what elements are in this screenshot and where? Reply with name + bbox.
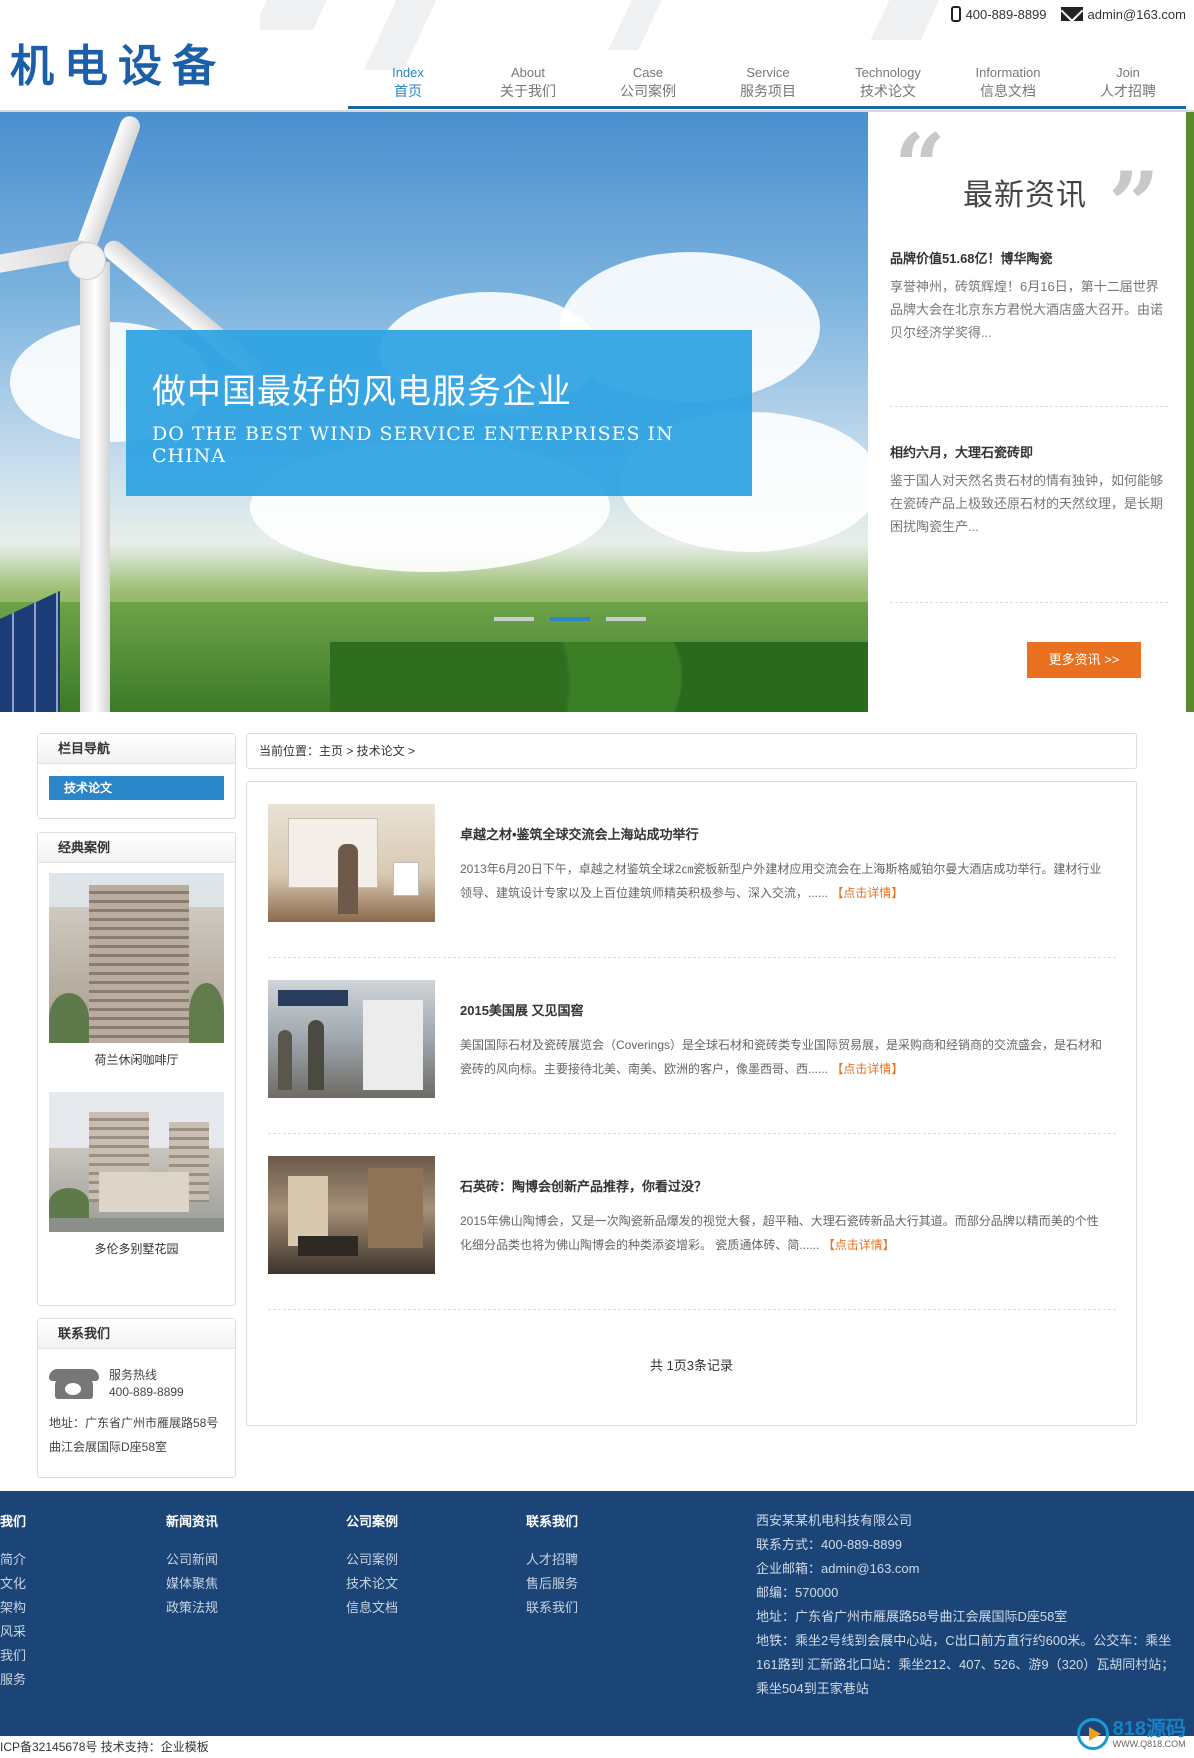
- footer-column-news: 新闻资讯 公司新闻 媒体聚焦 政策法规: [166, 1511, 218, 1620]
- main-nav: Index 首页 About 关于我们 Case 公司案例 Service 服务项目 T…: [348, 64, 1188, 100]
- footer-column-about: 关于我们 公司简介 企业文化 组织架构 企业风采 联系我们 售后服务: [0, 1511, 26, 1692]
- telephone-icon: [49, 1367, 99, 1401]
- slide-dot-1[interactable]: [494, 617, 534, 621]
- phone-icon: [950, 6, 961, 22]
- news-item[interactable]: 相约六月，大理石瓷砖即 鉴于国人对天然名贵石材的情有独钟，如何能够在瓷砖产品上极…: [890, 442, 1168, 538]
- footer-link[interactable]: 人才招聘: [526, 1548, 578, 1572]
- footer-company-info: 西安某某机电科技有限公司 联系方式：400-889-8899 企业邮箱：admi…: [756, 1509, 1176, 1701]
- read-more-link[interactable]: 【点击详情】: [831, 1062, 903, 1076]
- wind-turbine-hub: [68, 242, 106, 280]
- hotline-number: 400-889-8899: [109, 1385, 184, 1399]
- list-item: 2015美国展 又见国窖 美国国际石材及瓷砖展览会（Coverings）是全球石…: [268, 958, 1116, 1134]
- nav-item-service[interactable]: Service 服务项目: [708, 64, 828, 100]
- banner-slogan: 做中国最好的风电服务企业 DO THE BEST WIND SERVICE EN…: [126, 330, 752, 496]
- footer-link[interactable]: 信息文档: [346, 1596, 398, 1620]
- footer-contact: 联系方式：400-889-8899: [756, 1537, 902, 1552]
- footer-link[interactable]: 企业风采: [0, 1620, 26, 1644]
- list-item: 卓越之材•鉴筑全球交流会上海站成功举行 2013年6月20日下午，卓越之材鉴筑全…: [268, 782, 1116, 958]
- nav-item-technology[interactable]: Technology 技术论文: [828, 64, 948, 100]
- case-caption[interactable]: 多伦多别墅花园: [38, 1240, 235, 1257]
- article-list: 卓越之材•鉴筑全球交流会上海站成功举行 2013年6月20日下午，卓越之材鉴筑全…: [246, 781, 1137, 1426]
- news-item[interactable]: 品牌价值51.68亿！博华陶瓷 享誉神州，砖筑辉煌！6月16日，第十二届世界品牌…: [890, 248, 1168, 344]
- slogan-en: DO THE BEST WIND SERVICE ENTERPRISES IN …: [152, 423, 674, 467]
- footer-link[interactable]: 公司案例: [346, 1548, 398, 1572]
- header-email[interactable]: admin@163.com: [1088, 7, 1186, 22]
- footer-link[interactable]: 公司简介: [0, 1548, 26, 1572]
- hero-banner: 做中国最好的风电服务企业 DO THE BEST WIND SERVICE EN…: [0, 112, 868, 712]
- open-quote-icon: “: [894, 114, 946, 220]
- sidebar-address: 地址：广东省广州市雁展路58号曲江会展国际D座58室: [49, 1416, 219, 1454]
- mail-icon: [1060, 7, 1083, 21]
- case-caption[interactable]: 荷兰休闲咖啡厅: [38, 1051, 235, 1068]
- footer-link[interactable]: 联系我们: [0, 1644, 26, 1668]
- read-more-link[interactable]: 【点击详情】: [823, 1238, 895, 1252]
- footer-link[interactable]: 政策法规: [166, 1596, 218, 1620]
- close-quote-icon: ”: [1108, 152, 1160, 258]
- play-icon: [1076, 1718, 1109, 1750]
- column-nav-box: 栏目导航 技术论文: [37, 733, 236, 819]
- cases-title: 经典案例: [38, 833, 235, 863]
- more-news-button[interactable]: 更多资讯 >>: [1027, 642, 1141, 678]
- hotline-label: 服务热线: [109, 1368, 158, 1382]
- cases-box: 经典案例 荷兰休闲咖啡厅 多伦多别墅花园: [37, 832, 236, 1306]
- footer-zip: 邮编：570000: [756, 1585, 839, 1600]
- footer-company: 西安某某机电科技有限公司: [756, 1513, 913, 1528]
- slogan-cn: 做中国最好的风电服务企业: [152, 372, 572, 412]
- latest-news-panel: “ ” 最新资讯 品牌价值51.68亿！博华陶瓷 享誉神州，砖筑辉煌！6月16日…: [868, 112, 1186, 712]
- sidebar-item-technology[interactable]: 技术论文: [49, 776, 224, 800]
- article-thumbnail[interactable]: [268, 1156, 435, 1274]
- footer-link[interactable]: 技术论文: [346, 1572, 398, 1596]
- footer-address: 地址：广东省广州市雁展路58号曲江会展国际D座58室: [756, 1609, 1068, 1624]
- read-more-link[interactable]: 【点击详情】: [831, 886, 903, 900]
- case-image[interactable]: [49, 1092, 224, 1232]
- article-summary: 美国国际石材及瓷砖展览会（Coverings）是全球石材和瓷砖类专业国际贸易展，…: [460, 1038, 1103, 1076]
- article-summary: 2015年佛山陶博会，又是一次陶瓷新品爆发的视觉大餐，超平釉、大理石瓷砖新品大行…: [460, 1214, 1099, 1252]
- article-title[interactable]: 卓越之材•鉴筑全球交流会上海站成功举行: [460, 824, 1110, 843]
- article-thumbnail[interactable]: [268, 804, 435, 922]
- site-header: 机电设备 400-889-8899 admin@163.com Index 首页 …: [0, 0, 1194, 112]
- column-nav-title: 栏目导航: [38, 734, 235, 764]
- slide-indicators: [494, 617, 646, 621]
- footer-link[interactable]: 组织架构: [0, 1596, 26, 1620]
- copyright: ICP备32145678号 技术支持：企业模板: [0, 1736, 1194, 1758]
- slide-dot-3[interactable]: [606, 617, 646, 621]
- site-footer: 关于我们 公司简介 企业文化 组织架构 企业风采 联系我们 售后服务 新闻资讯 …: [0, 1491, 1194, 1736]
- news-panel-title: 最新资讯: [963, 179, 1087, 212]
- footer-email: 企业邮箱：admin@163.com: [756, 1561, 920, 1576]
- nav-item-join[interactable]: Join 人才招聘: [1068, 64, 1188, 100]
- article-summary: 2013年6月20日下午，卓越之材鉴筑全球2㎝瓷板新型户外建材应用交流会在上海斯…: [460, 862, 1102, 900]
- nav-item-index[interactable]: Index 首页: [348, 64, 468, 100]
- footer-link[interactable]: 媒体聚焦: [166, 1572, 218, 1596]
- contact-box: 联系我们 服务热线 400-889-8899 地址：广东省广州市雁展路58号曲江…: [37, 1318, 236, 1478]
- footer-transit: 地铁：乘坐2号线到会展中心站，C出口前方直行约600米。公交车：乘坐161路到 …: [756, 1633, 1175, 1696]
- footer-link[interactable]: 联系我们: [526, 1596, 578, 1620]
- header-phone: 400-889-8899: [965, 6, 1047, 22]
- breadcrumb: 当前位置：主页 > 技术论文 >: [246, 733, 1137, 769]
- nav-item-case[interactable]: Case 公司案例: [588, 64, 708, 100]
- top-contact-bar: 400-889-8899 admin@163.com: [950, 6, 1186, 22]
- footer-link[interactable]: 公司新闻: [166, 1548, 218, 1572]
- nav-item-about[interactable]: About 关于我们: [468, 64, 588, 100]
- article-thumbnail[interactable]: [268, 980, 435, 1098]
- footer-column-cases: 公司案例 公司案例 技术论文 信息文档: [346, 1511, 398, 1620]
- list-item: 石英砖：陶博会创新产品推荐，你看过没？ 2015年佛山陶博会，又是一次陶瓷新品爆…: [268, 1134, 1116, 1310]
- case-image[interactable]: [49, 873, 224, 1043]
- footer-link[interactable]: 企业文化: [0, 1572, 26, 1596]
- slide-dot-2[interactable]: [550, 617, 590, 621]
- pagination: 共 1页3条记录: [649, 1358, 734, 1373]
- article-title[interactable]: 石英砖：陶博会创新产品推荐，你看过没？: [460, 1176, 1110, 1195]
- nav-item-information[interactable]: Information 信息文档: [948, 64, 1068, 100]
- article-title[interactable]: 2015美国展 又见国窖: [460, 1000, 1110, 1019]
- footer-link[interactable]: 售后服务: [526, 1572, 578, 1596]
- wind-turbine-tower: [80, 262, 110, 712]
- site-logo[interactable]: 机电设备: [10, 30, 226, 94]
- footer-column-contact: 联系我们 人才招聘 售后服务 联系我们: [526, 1511, 578, 1620]
- footer-link[interactable]: 售后服务: [0, 1668, 26, 1692]
- watermark: 818源码 WWW.Q818.COM: [1076, 1718, 1186, 1750]
- nav-underline: [348, 106, 1186, 109]
- contact-title: 联系我们: [38, 1319, 235, 1349]
